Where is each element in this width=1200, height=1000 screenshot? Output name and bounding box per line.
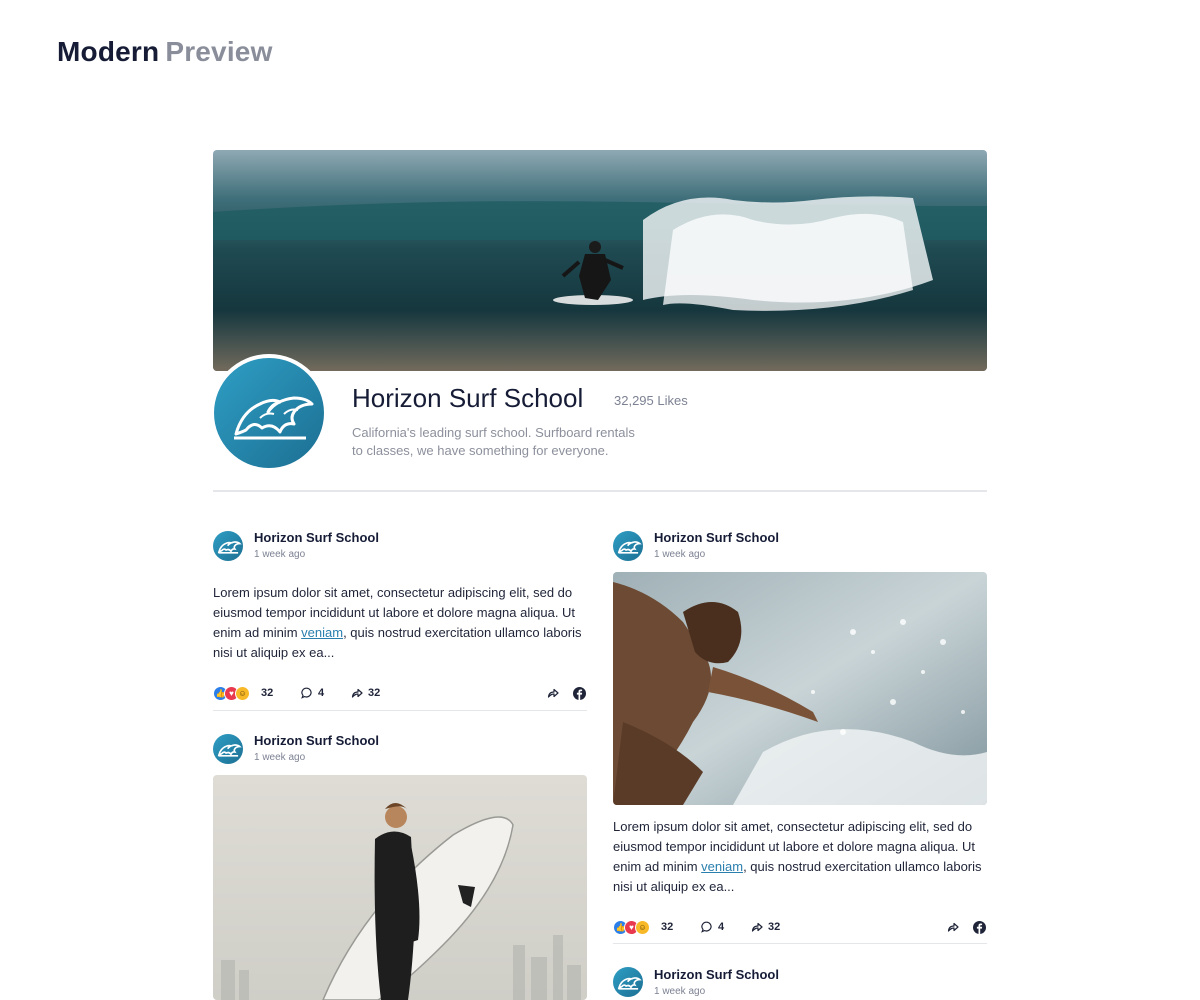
post-author[interactable]: Horizon Surf School xyxy=(654,967,779,982)
page-likes: 32,295 Likes xyxy=(614,393,688,408)
post-text: Lorem ipsum dolor sit amet, consectetur … xyxy=(213,583,593,663)
share-button[interactable] xyxy=(947,917,959,937)
wave-logo-icon xyxy=(234,396,314,440)
page-description: California's leading surf school. Surfbo… xyxy=(352,424,682,460)
share-icon xyxy=(547,688,559,698)
post-avatar[interactable] xyxy=(213,531,243,561)
post-actions: 👍 ♥ ☺ 32 4 32 xyxy=(213,683,587,703)
shares-count: 32 xyxy=(368,687,381,699)
reactions-count: 32 xyxy=(661,921,674,933)
post-time[interactable]: 1 week ago xyxy=(254,549,305,560)
app-title-secondary: Preview xyxy=(165,36,273,67)
shares-button[interactable]: 32 xyxy=(351,683,380,703)
post-photo[interactable] xyxy=(213,775,587,1000)
post-author[interactable]: Horizon Surf School xyxy=(254,530,379,545)
profile-divider xyxy=(213,490,987,492)
post-photo[interactable] xyxy=(613,572,987,805)
page-name: Horizon Surf School xyxy=(352,383,584,413)
post-avatar[interactable] xyxy=(213,734,243,764)
comments-count: 4 xyxy=(718,921,725,933)
shares-button[interactable]: 32 xyxy=(751,917,780,937)
wave-logo-icon xyxy=(617,977,642,990)
wave-logo-icon xyxy=(217,541,242,554)
comments-button[interactable]: 4 xyxy=(301,683,324,703)
share-button[interactable] xyxy=(547,683,559,703)
facebook-button[interactable] xyxy=(573,683,586,703)
page-description-line: to classes, we have something for everyo… xyxy=(352,443,609,458)
haha-icon: ☺ xyxy=(235,685,250,701)
post-author[interactable]: Horizon Surf School xyxy=(654,530,779,545)
post-text: Lorem ipsum dolor sit amet, consectetur … xyxy=(613,817,993,897)
post-avatar[interactable] xyxy=(613,531,643,561)
reactions-button[interactable]: 👍 ♥ ☺ 32 xyxy=(213,683,273,703)
reactions-button[interactable]: 👍 ♥ ☺ 32 xyxy=(613,917,673,937)
reactions-count: 32 xyxy=(261,687,274,699)
cover-photo xyxy=(213,150,987,371)
post-time[interactable]: 1 week ago xyxy=(654,549,705,560)
facebook-button[interactable] xyxy=(973,917,986,937)
comments-button[interactable]: 4 xyxy=(701,917,724,937)
post-link[interactable]: veniam xyxy=(701,859,743,874)
wave-logo-icon xyxy=(617,541,642,554)
comment-icon xyxy=(701,921,712,933)
post-divider xyxy=(613,943,987,944)
post-time[interactable]: 1 week ago xyxy=(254,752,305,763)
page-logo xyxy=(210,354,328,472)
post-time[interactable]: 1 week ago xyxy=(654,986,705,997)
share-icon xyxy=(351,688,363,698)
preview-frame: Modern Preview Horizon Surf School 32,29… xyxy=(0,0,1200,1000)
share-icon xyxy=(751,922,763,932)
wave-logo-icon xyxy=(217,744,242,757)
post-avatar[interactable] xyxy=(613,967,643,997)
comments-count: 4 xyxy=(318,687,325,699)
post-link[interactable]: veniam xyxy=(301,625,343,640)
post-actions: 👍 ♥ ☺ 32 4 32 xyxy=(613,917,987,937)
shares-count: 32 xyxy=(768,921,781,933)
haha-icon: ☺ xyxy=(635,919,650,935)
post-author[interactable]: Horizon Surf School xyxy=(254,733,379,748)
app-title: Modern Preview xyxy=(57,36,273,68)
page-description-line: California's leading surf school. Surfbo… xyxy=(352,425,635,440)
facebook-icon xyxy=(973,920,986,934)
app-title-primary: Modern xyxy=(57,36,160,67)
comment-icon xyxy=(301,687,312,699)
post-divider xyxy=(213,710,587,711)
facebook-icon xyxy=(573,686,586,700)
share-icon xyxy=(947,922,959,932)
